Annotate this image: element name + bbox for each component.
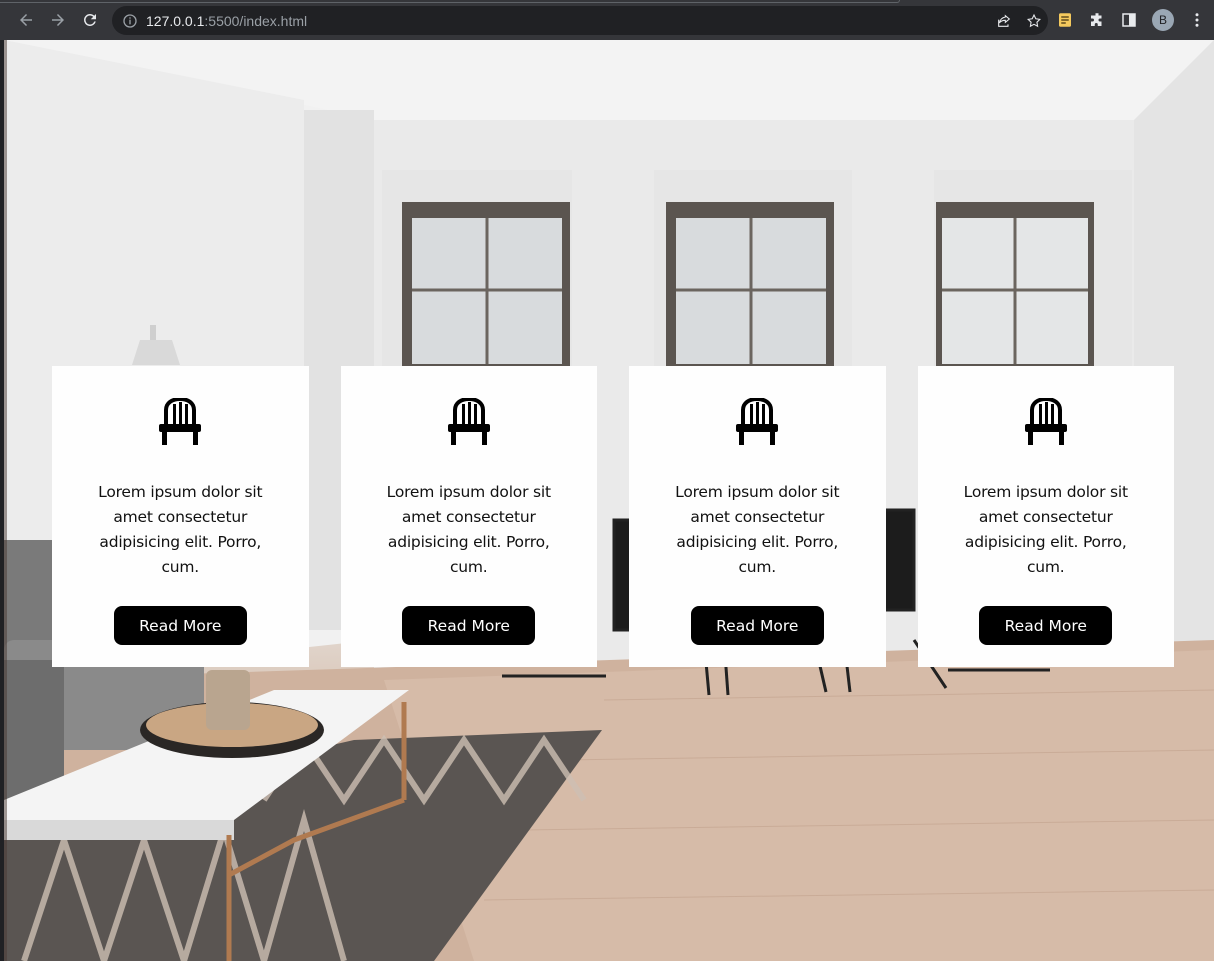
page-viewport: Lorem ipsum dolor sit amet consectetur a… <box>4 40 1214 961</box>
back-button[interactable] <box>12 6 40 34</box>
chair-icon <box>159 398 202 445</box>
profile-initial: B <box>1158 13 1167 27</box>
share-icon[interactable] <box>996 13 1012 29</box>
chair-icon <box>1024 398 1067 445</box>
arrow-left-icon <box>20 14 32 26</box>
feature-card: Lorem ipsum dolor sit amet consectetur a… <box>340 366 597 667</box>
tab-strip-edge <box>0 0 900 3</box>
browser-toolbar: 127.0.0.1:5500/index.html B <box>0 0 1214 40</box>
feature-card: Lorem ipsum dolor sit amet consectetur a… <box>917 366 1174 667</box>
card-text: Lorem ipsum dolor sit amet consectetur a… <box>386 483 551 576</box>
card-text: Lorem ipsum dolor sit amet consectetur a… <box>675 483 840 576</box>
profile-avatar[interactable]: B <box>1152 9 1174 31</box>
url-host: 127.0.0.1 <box>146 12 205 29</box>
feature-cards: Lorem ipsum dolor sit amet consectetur a… <box>52 366 1174 667</box>
arrow-right-icon <box>52 14 64 26</box>
card-text: Lorem ipsum dolor sit amet consectetur a… <box>963 483 1128 576</box>
read-more-button[interactable]: Read More <box>402 606 536 645</box>
extensions-puzzle-icon[interactable] <box>1088 11 1106 29</box>
extension-notes-icon[interactable] <box>1056 11 1074 29</box>
address-bar[interactable]: 127.0.0.1:5500/index.html <box>112 6 1048 35</box>
side-panel-icon[interactable] <box>1120 11 1138 29</box>
bookmark-star-icon[interactable] <box>1026 13 1042 29</box>
feature-card: Lorem ipsum dolor sit amet consectetur a… <box>52 366 309 667</box>
read-more-button[interactable]: Read More <box>113 606 247 645</box>
read-more-button[interactable]: Read More <box>979 606 1113 645</box>
card-text: Lorem ipsum dolor sit amet consectetur a… <box>98 483 263 576</box>
feature-card: Lorem ipsum dolor sit amet consectetur a… <box>629 366 886 667</box>
url-text[interactable]: 127.0.0.1:5500/index.html <box>146 13 307 29</box>
forward-button[interactable] <box>44 6 72 34</box>
reload-button[interactable] <box>76 6 104 34</box>
url-path: :5500/index.html <box>204 12 308 29</box>
info-icon[interactable] <box>122 13 138 29</box>
chair-icon <box>447 398 490 445</box>
chair-icon <box>736 398 779 445</box>
reload-icon <box>83 13 96 26</box>
read-more-button[interactable]: Read More <box>690 606 824 645</box>
kebab-menu-icon[interactable] <box>1188 11 1206 29</box>
